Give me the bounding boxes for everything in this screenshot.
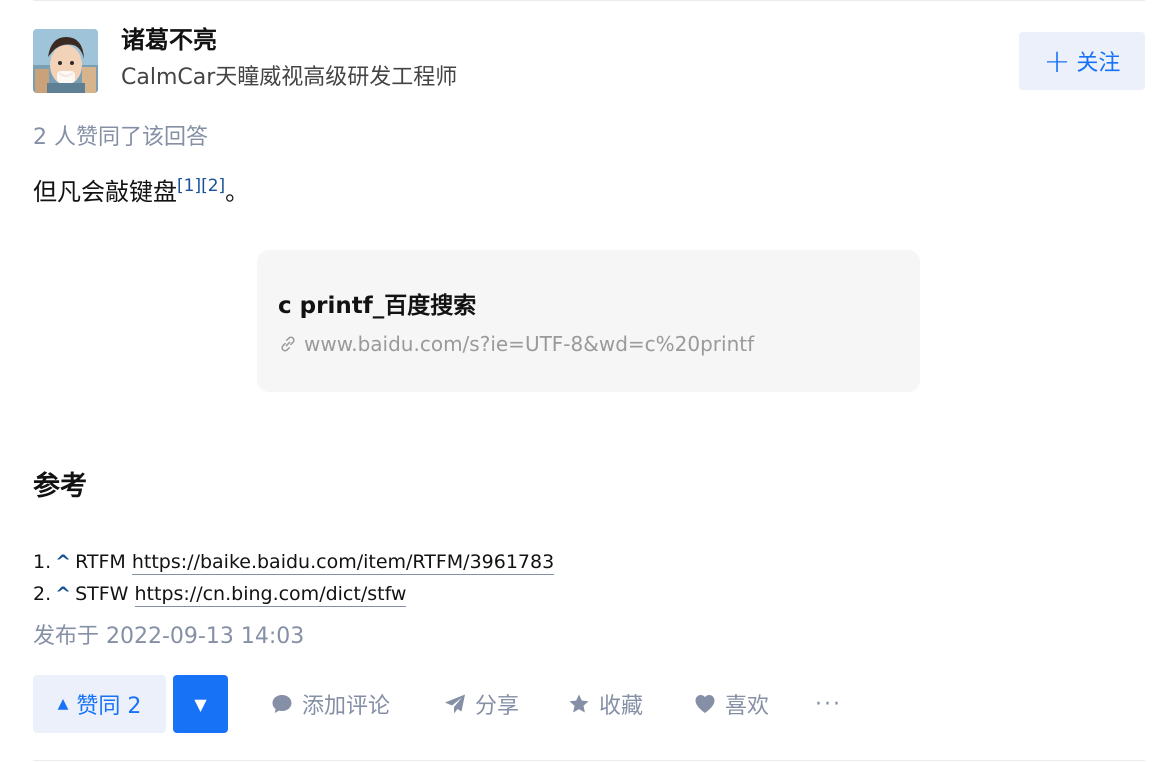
author-bio: CalmCar天瞳威视高级研发工程师 (121, 65, 458, 90)
star-icon (569, 694, 589, 713)
answer-text: 但凡会敲键盘 (33, 178, 177, 206)
publish-time[interactable]: 发布于 2022-09-13 14:03 (33, 621, 304, 653)
vote-summary: 2 人赞同了该回答 (33, 125, 208, 150)
link-card-url: www.baidu.com/s?ie=UTF-8&wd=c%20printf (304, 332, 755, 356)
avatar-illustration (33, 29, 98, 93)
reference-link[interactable]: https://cn.bing.com/dict/stfw (134, 583, 407, 607)
like-label: 喜欢 (725, 694, 770, 719)
heart-icon (695, 695, 715, 713)
follow-label: 关注 (1076, 51, 1121, 76)
triangle-up-icon: ▲ (57, 696, 69, 712)
link-card[interactable]: c printf_百度搜索 www.baidu.com/s?ie=UTF-8&w… (257, 250, 920, 392)
plus-icon: + (1043, 42, 1071, 80)
author-name[interactable]: 诸葛不亮 (121, 24, 217, 56)
collect-button[interactable]: 收藏 (567, 686, 643, 722)
downvote-button[interactable]: ▼ (173, 675, 228, 733)
reference-item: 1. ^ RTFM https://baike.baidu.com/item/RTF… (33, 546, 555, 578)
triangle-down-icon: ▼ (194, 694, 207, 714)
avatar[interactable] (33, 29, 98, 93)
top-divider (33, 0, 1145, 1)
answer-body: 但凡会敲键盘[1][2]。 (33, 174, 249, 210)
reference-number: 1. (33, 551, 52, 573)
comment-button[interactable]: 添加评论 (270, 686, 390, 722)
upvote-button[interactable]: ▲ 赞同 2 (33, 675, 166, 733)
reference-label: STFW (75, 583, 129, 605)
link-card-url-row: www.baidu.com/s?ie=UTF-8&wd=c%20printf (278, 329, 754, 359)
reference-number: 2. (33, 583, 52, 605)
chain-link-icon (281, 336, 295, 352)
references-list: 1. ^ RTFM https://baike.baidu.com/item/RTF… (33, 546, 555, 610)
collect-label: 收藏 (599, 694, 644, 719)
reference-backlink[interactable]: ^ (55, 583, 71, 605)
comment-bubble-icon (272, 695, 292, 713)
reference-label: RTFM (75, 551, 126, 573)
share-button[interactable]: 分享 (443, 686, 519, 722)
reference-superscript[interactable]: [1][2] (177, 176, 225, 196)
answer-punctuation: 。 (225, 178, 250, 206)
reference-item: 2. ^ STFW https://cn.bing.com/dict/stfw (33, 578, 554, 610)
share-label: 分享 (475, 694, 520, 719)
like-button[interactable]: 喜欢 (693, 686, 769, 722)
ellipsis-icon: ··· (815, 691, 842, 717)
link-card-title: c printf_百度搜索 (278, 293, 477, 319)
reference-backlink[interactable]: ^ (55, 551, 71, 573)
reference-link[interactable]: https://baike.baidu.com/item/RTFM/396178… (131, 551, 555, 575)
paper-plane-icon (445, 694, 465, 714)
follow-button[interactable]: + 关注 (1019, 32, 1145, 90)
comment-label: 添加评论 (302, 694, 391, 719)
upvote-label: 赞同 2 (76, 694, 142, 719)
references-heading: 参考 (33, 471, 87, 502)
more-options-button[interactable]: ··· (815, 686, 842, 722)
bottom-divider (33, 760, 1145, 761)
